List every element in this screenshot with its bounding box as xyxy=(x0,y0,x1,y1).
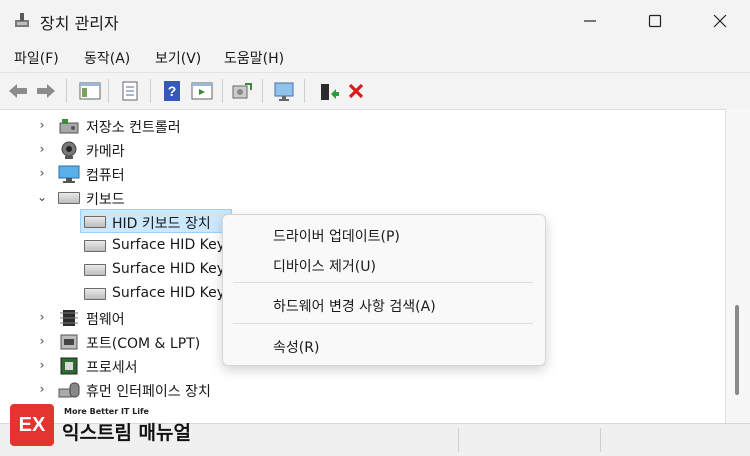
tree-item-label: Surface HID Key xyxy=(112,237,226,253)
tree-item-label: 키보드 xyxy=(86,192,125,208)
menu-bar: 파일(F) 동작(A) 보기(V) 도움말(H) xyxy=(0,42,750,72)
menu-action[interactable]: 동작(A) xyxy=(84,48,130,68)
hid-icon xyxy=(58,381,80,399)
update-driver-icon[interactable] xyxy=(316,79,340,103)
tree-item-human-interface-devices[interactable]: › 휴먼 인터페이스 장치 xyxy=(0,378,725,402)
scrollbar-thumb[interactable] xyxy=(735,305,739,395)
chevron-right-icon[interactable]: › xyxy=(36,142,48,156)
context-menu: 드라이버 업데이트(P) 디바이스 제거(U) 하드웨어 변경 사항 검색(A)… xyxy=(222,214,546,366)
forward-arrow-icon[interactable] xyxy=(34,79,58,103)
close-button[interactable] xyxy=(692,0,748,42)
tree-item-computer[interactable]: › 컴퓨터 xyxy=(0,162,725,186)
tree-item-label: 포트(COM & LPT) xyxy=(86,336,201,352)
camera-icon xyxy=(58,141,80,159)
tree-item-label: 프로세서 xyxy=(86,360,138,376)
toolbar: ? xyxy=(0,72,750,110)
scan-hardware-menu-item[interactable]: 하드웨어 변경 사항 검색(A) xyxy=(273,296,436,316)
menu-divider xyxy=(233,323,533,324)
tree-item-camera[interactable]: › 카메라 xyxy=(0,138,725,162)
storage-controller-icon xyxy=(58,117,80,135)
watermark-brand: 익스트림 매뉴얼 xyxy=(62,422,191,444)
computer-icon xyxy=(58,165,80,183)
maximize-button[interactable] xyxy=(627,0,683,42)
menu-file[interactable]: 파일(F) xyxy=(14,48,59,68)
help-icon[interactable]: ? xyxy=(160,79,184,103)
title-bar: 장치 관리자 xyxy=(0,0,750,42)
tree-item-label: 카메라 xyxy=(86,144,125,160)
action-pane-icon[interactable] xyxy=(190,79,214,103)
keyboard-icon xyxy=(58,189,80,207)
watermark-tagline: More Better IT Life xyxy=(64,407,149,416)
keyboard-icon xyxy=(84,237,106,255)
tree-item-label: 휴먼 인터페이스 장치 xyxy=(86,384,211,400)
tree-item-label: 저장소 컨트롤러 xyxy=(86,120,181,136)
scan-hardware-icon[interactable] xyxy=(230,79,254,103)
tree-item-label: 펌웨어 xyxy=(86,312,125,328)
menu-view[interactable]: 보기(V) xyxy=(155,48,201,68)
tree-item-storage-controllers[interactable]: › 저장소 컨트롤러 xyxy=(0,114,725,138)
chevron-right-icon[interactable]: › xyxy=(36,118,48,132)
chevron-down-icon[interactable]: ⌄ xyxy=(36,190,48,204)
properties-sheet-icon[interactable] xyxy=(118,79,142,103)
chevron-right-icon[interactable]: › xyxy=(36,382,48,396)
monitor-icon[interactable] xyxy=(272,79,296,103)
svg-text:?: ? xyxy=(168,83,177,99)
device-manager-icon xyxy=(12,10,32,30)
minimize-button[interactable] xyxy=(562,0,618,42)
tree-item-label: HID 키보드 장치 xyxy=(112,216,211,232)
update-driver-menu-item[interactable]: 드라이버 업데이트(P) xyxy=(273,226,400,246)
chevron-right-icon[interactable]: › xyxy=(36,166,48,180)
tree-item-keyboards[interactable]: ⌄ 키보드 xyxy=(0,186,725,210)
tree-item-label: Surface HID Key xyxy=(112,261,226,277)
menu-divider xyxy=(233,282,533,283)
uninstall-x-icon[interactable] xyxy=(344,79,368,103)
port-icon xyxy=(58,333,80,351)
back-arrow-icon[interactable] xyxy=(6,79,30,103)
watermark: EX More Better IT Life 익스트림 매뉴얼 xyxy=(10,404,270,448)
tree-item-label: Surface HID Key xyxy=(112,285,226,301)
menu-help[interactable]: 도움말(H) xyxy=(224,48,284,68)
properties-menu-item[interactable]: 속성(R) xyxy=(273,337,319,357)
chevron-right-icon[interactable]: › xyxy=(36,358,48,372)
watermark-logo: EX xyxy=(10,404,54,446)
console-tree-icon[interactable] xyxy=(78,79,102,103)
keyboard-icon xyxy=(84,261,106,279)
remove-device-menu-item[interactable]: 디바이스 제거(U) xyxy=(273,256,376,276)
processor-icon xyxy=(58,357,80,375)
keyboard-icon xyxy=(84,285,106,303)
firmware-icon xyxy=(58,309,80,327)
tree-item-label: 컴퓨터 xyxy=(86,168,125,184)
window-title: 장치 관리자 xyxy=(40,14,119,33)
chevron-right-icon[interactable]: › xyxy=(36,310,48,324)
chevron-right-icon[interactable]: › xyxy=(36,334,48,348)
vertical-scrollbar[interactable] xyxy=(725,109,750,423)
keyboard-icon xyxy=(84,213,106,231)
